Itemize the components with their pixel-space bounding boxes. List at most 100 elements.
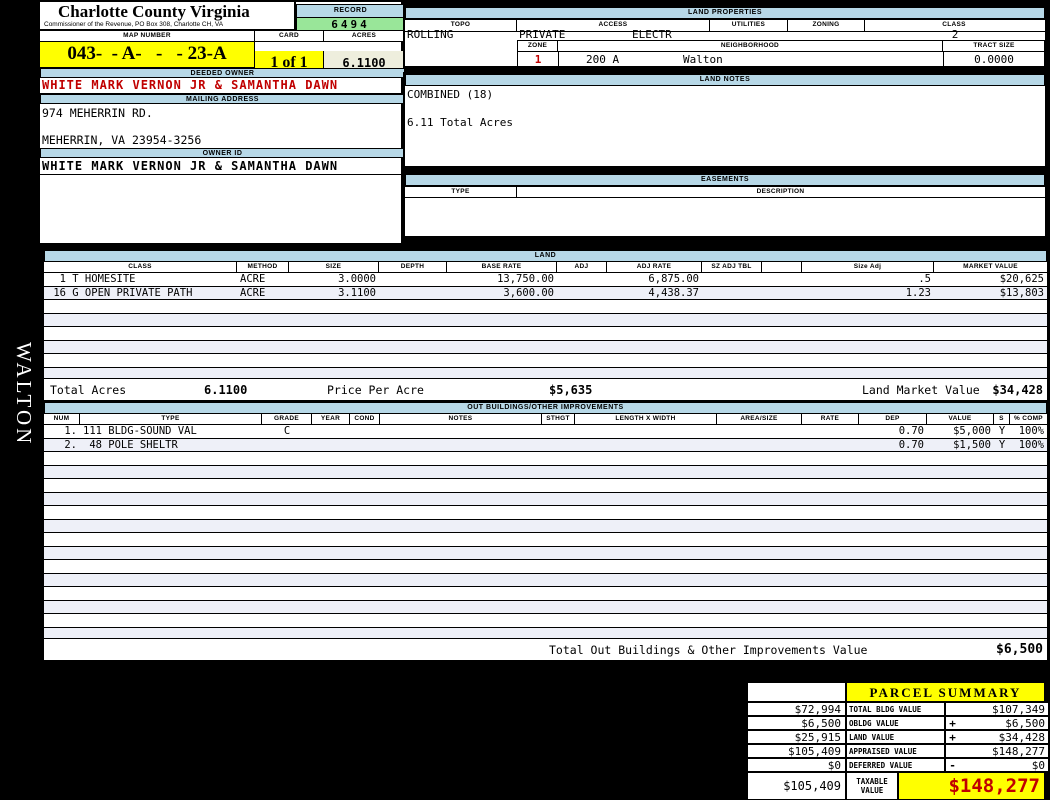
table-row: 16 G OPEN PRIVATE PATH ACRE 3.1100 3,600.00… xyxy=(44,286,1047,300)
land-market-value-label: Land Market Value xyxy=(862,383,980,397)
table-row-empty xyxy=(44,492,1047,506)
land-table-rows: 1 T HOMESITE ACRE 3.0000 13,750.00 6,875.00.… xyxy=(44,273,1047,381)
table-cell: 111 BLDG-SOUND VAL xyxy=(83,425,197,437)
column-header: % COMP xyxy=(1014,415,1043,422)
table-cell xyxy=(379,273,447,286)
table-row-empty xyxy=(44,300,1047,314)
table-cell xyxy=(312,439,350,452)
table-cell xyxy=(762,287,802,300)
column-header: MARKET VALUE xyxy=(963,263,1018,270)
table-cell: 13,750.00 xyxy=(497,273,554,285)
table-row-empty xyxy=(44,479,1047,493)
column-header: Size Adj xyxy=(802,262,934,272)
easements-panel: EASEMENTS TYPE DESCRIPTION xyxy=(403,172,1047,238)
county-title: Charlotte County Virginia xyxy=(58,2,250,21)
prior-value: $0 xyxy=(747,758,846,772)
out-buildings-total-row: Total Out Buildings & Other Improvements… xyxy=(44,638,1047,660)
table-cell xyxy=(702,273,762,286)
zone-table: ZONE NEIGHBORHOOD TRACT SIZE 1 200 A Wal… xyxy=(517,40,1045,68)
owner-id-value: WHITE MARK VERNON JR & SAMANTHA DAWN xyxy=(40,158,405,175)
table-cell: C xyxy=(283,425,291,437)
summary-label: LAND VALUE xyxy=(846,730,945,744)
total-acres-label: Total Acres xyxy=(50,383,127,397)
table-row: 1 T HOMESITE ACRE 3.0000 13,750.00 6,875.00.… xyxy=(44,273,1047,287)
column-header: DEP xyxy=(859,414,927,424)
land-note-line-1: COMBINED (18) xyxy=(407,88,494,101)
table-cell xyxy=(262,439,312,452)
table-cell: 0.70 xyxy=(898,438,924,451)
address-line-1: 974 MEHERRIN RD. xyxy=(42,106,153,120)
easement-description-label: DESCRIPTION xyxy=(756,188,805,195)
table-row-empty xyxy=(44,327,1047,341)
commissioner-line: Commissioner of the Revenue, PO Box 308,… xyxy=(44,21,224,28)
prior-value: $25,915 xyxy=(747,730,846,744)
table-cell: 1. xyxy=(64,425,77,437)
column-header: CLASS xyxy=(44,262,237,272)
column-header: METHOD xyxy=(237,262,289,272)
table-cell: 100% xyxy=(1018,425,1044,437)
land-notes-title: LAND NOTES xyxy=(405,74,1045,86)
taxable-prior-value: $105,409 xyxy=(747,772,846,800)
table-cell xyxy=(802,439,859,452)
summary-label: OBLDG VALUE xyxy=(846,716,945,730)
parcel-summary-panel: PARCEL SUMMARY $72,994 TOTAL BLDG VALUE $1… xyxy=(745,680,1049,800)
table-cell xyxy=(379,287,447,300)
owner-id-header: OWNER ID xyxy=(40,148,405,158)
parcel-summary-row: $6,500 OBLDG VALUE + $6,500 xyxy=(747,716,1049,730)
header-owner-panel: Charlotte County Virginia Commissioner o… xyxy=(38,0,405,245)
table-cell xyxy=(702,287,762,300)
table-row-empty xyxy=(44,519,1047,533)
address-line-2: MEHERRIN, VA 23954-3256 xyxy=(42,133,202,147)
table-row-empty xyxy=(44,354,1047,368)
parcel-summary-row: $105,409 APPRAISED VALUE $148,277 xyxy=(747,744,1049,758)
table-row-empty xyxy=(44,587,1047,601)
out-buildings-headers: NUM TYPE GRADE YEAR COND NOTES STHGT LENGTH X W… xyxy=(44,414,1047,425)
table-cell xyxy=(762,273,802,286)
table-cell: 4,438.37 xyxy=(648,286,699,299)
table-cell: $13,803 xyxy=(999,286,1044,299)
total-acres-value: 6.1100 xyxy=(204,383,248,397)
summary-value: $6,500 xyxy=(959,716,1049,730)
table-cell xyxy=(542,425,575,438)
table-cell xyxy=(557,287,607,300)
table-cell xyxy=(557,273,607,286)
table-cell xyxy=(350,439,380,452)
table-row-empty xyxy=(44,546,1047,560)
table-cell xyxy=(350,425,380,438)
out-buildings-rows: 1. 111 BLDG-SOUND VAL C 0.70 $5,000 Y 100% 2. 4… xyxy=(44,425,1047,641)
table-cell: $1,500 xyxy=(953,438,991,451)
summary-value: $0 xyxy=(959,758,1049,772)
table-row-empty xyxy=(44,533,1047,547)
table-cell: ACRE xyxy=(240,286,266,299)
table-cell xyxy=(312,425,350,438)
parcel-summary-empty-cell xyxy=(747,682,846,702)
tract-size-value: 0.0000 xyxy=(974,53,1014,66)
operator xyxy=(945,744,959,758)
mailing-address-header: MAILING ADDRESS xyxy=(40,94,405,104)
table-cell xyxy=(802,425,859,438)
prior-value: $72,994 xyxy=(747,702,846,716)
column-header: ADJ xyxy=(557,262,607,272)
table-cell: 3.1100 xyxy=(338,286,376,299)
map-number-label: MAP NUMBER xyxy=(40,31,255,41)
table-row-empty xyxy=(44,600,1047,614)
land-table-title: LAND xyxy=(44,250,1047,262)
summary-value: $34,428 xyxy=(959,730,1049,744)
parcel-summary-title-row: PARCEL SUMMARY xyxy=(747,682,1045,702)
land-table: LAND CLASS METHOD SIZE DEPTH BASE RATE ADJ ADJ… xyxy=(42,248,1049,402)
column-header: SZ ADJ TBL xyxy=(702,262,762,272)
land-notes-panel: LAND NOTES COMBINED (18) 6.11 Total Acre… xyxy=(403,72,1047,168)
land-market-value: $34,428 xyxy=(992,383,1043,397)
table-cell: $20,625 xyxy=(999,273,1044,285)
column-header: GRADE xyxy=(262,414,312,424)
property-record-card: WALTON Charlotte County Virginia Commiss… xyxy=(0,0,1050,800)
parcel-summary-title: PARCEL SUMMARY xyxy=(846,682,1045,702)
zone-label: ZONE xyxy=(518,41,558,51)
county-header: Charlotte County Virginia Commissioner o… xyxy=(40,2,296,30)
easements-title: EASEMENTS xyxy=(405,174,1045,186)
column-header: BASE RATE xyxy=(447,262,557,272)
out-buildings-table: OUT BUILDINGS/OTHER IMPROVEMENTS NUM TYPE… xyxy=(42,400,1049,662)
table-cell xyxy=(575,439,717,452)
column-header: NUM xyxy=(44,414,80,424)
land-properties-title: LAND PROPERTIES xyxy=(405,7,1045,19)
